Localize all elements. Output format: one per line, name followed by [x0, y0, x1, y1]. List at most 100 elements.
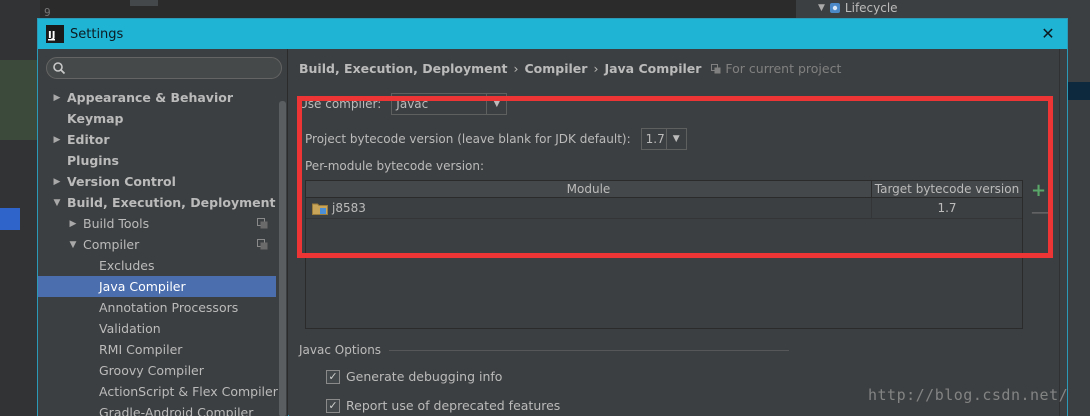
table-actions: + — [1027, 180, 1049, 329]
sidebar-item-label: Excludes [99, 258, 155, 273]
sidebar-item-label: Plugins [67, 153, 119, 168]
table-header: Module Target bytecode version [306, 181, 1022, 198]
breadcrumb: Build, Execution, Deployment › Compiler … [299, 61, 841, 76]
table-row[interactable]: j8583 1.7 [306, 198, 1022, 219]
chevron-down-icon[interactable]: ▼ [52, 198, 62, 208]
sidebar-item[interactable]: RMI Compiler [38, 339, 276, 360]
close-icon[interactable]: ✕ [1039, 25, 1057, 43]
project-bytecode-label: Project bytecode version (leave blank fo… [305, 132, 631, 146]
settings-dialog: IJ Settings ✕ ▶ Appearance & Behavior Keym… [37, 18, 1068, 416]
sidebar-item[interactable]: Validation [38, 318, 276, 339]
use-compiler-value: Javac [396, 97, 429, 111]
sidebar-item[interactable]: ▼ Build, Execution, Deployment [38, 192, 276, 213]
sidebar-item-label: Annotation Processors [99, 300, 239, 315]
checkbox-check-icon[interactable]: ✓ [326, 369, 340, 384]
sidebar-item-label: Validation [99, 321, 161, 336]
settings-tree: ▶ Appearance & Behavior Keymap ▶ Editor Plugi… [38, 87, 278, 416]
project-bytecode-select[interactable]: 1.7 ▼ [640, 128, 687, 150]
chevron-down-icon: ▼ [818, 3, 825, 13]
settings-content: Build, Execution, Deployment › Compiler … [289, 49, 1067, 416]
use-compiler-label: Use compiler: [299, 97, 382, 111]
chevron-down-icon[interactable]: ▼ [665, 129, 686, 149]
search-icon [53, 62, 66, 75]
chevron-right-icon[interactable]: ▶ [68, 219, 78, 229]
breadcrumb-item: Build, Execution, Deployment [299, 61, 508, 76]
column-header-module[interactable]: Module [306, 181, 872, 197]
column-header-target[interactable]: Target bytecode version [872, 181, 1022, 197]
module-cell[interactable]: j8583 [306, 198, 872, 218]
sidebar-item[interactable]: Plugins [38, 150, 276, 171]
sidebar-item[interactable]: Gradle-Android Compiler [38, 402, 276, 416]
per-module-label: Per-module bytecode version: [305, 159, 485, 173]
watermark: http://blog.csdn.net/ [868, 386, 1069, 404]
report-deprecated-checkbox[interactable]: ✓ Report use of deprecated features [326, 398, 560, 413]
sidebar-scrollbar-thumb[interactable] [279, 101, 286, 416]
sidebar-item-label: Editor [67, 132, 110, 147]
checkbox-label: Report use of deprecated features [346, 398, 561, 413]
checkbox-check-icon[interactable]: ✓ [326, 398, 340, 413]
add-module-button[interactable]: + [1031, 182, 1046, 200]
chevron-right-icon[interactable]: ▶ [52, 93, 62, 103]
sidebar-item[interactable]: ▶ Appearance & Behavior [38, 87, 276, 108]
table-body: j8583 1.7 [306, 198, 1022, 219]
use-compiler-row: Use compiler: Javac ▼ [299, 93, 508, 115]
breadcrumb-separator: › [513, 61, 519, 76]
sidebar-item[interactable]: Java Compiler [38, 276, 276, 297]
dialog-titlebar[interactable]: IJ Settings ✕ [38, 19, 1067, 49]
editor-selection-marker [0, 208, 20, 230]
checkbox-label: Generate debugging info [346, 369, 503, 384]
sidebar-item[interactable]: ▼ Compiler [38, 234, 276, 255]
content-scrollbar[interactable] [1059, 49, 1067, 416]
intellij-logo-icon: IJ [46, 25, 64, 43]
sidebar-item-label: Appearance & Behavior [67, 90, 233, 105]
chevron-down-icon[interactable]: ▼ [68, 240, 78, 250]
sidebar-item-label: Compiler [83, 237, 140, 252]
chevron-right-icon[interactable]: ▶ [52, 177, 62, 187]
project-scope-icon [257, 218, 268, 229]
project-bytecode-value: 1.7 [645, 132, 665, 146]
sidebar-item[interactable]: Annotation Processors [38, 297, 276, 318]
breadcrumb-separator: › [593, 61, 599, 76]
sidebar-item-label: Build, Execution, Deployment [67, 195, 276, 210]
sidebar-item-label: Groovy Compiler [99, 363, 204, 378]
maven-lifecycle-label: Lifecycle [844, 1, 898, 15]
javac-options-section: Javac Options [299, 343, 790, 357]
sidebar-item-label: RMI Compiler [99, 342, 183, 357]
breadcrumb-item: Java Compiler [604, 61, 702, 76]
javac-options-title: Javac Options [299, 343, 382, 357]
target-version-cell[interactable]: 1.7 [872, 198, 1022, 218]
remove-module-button[interactable]: — [1031, 204, 1049, 222]
sidebar-item[interactable]: Keymap [38, 108, 276, 129]
module-name: j8583 [332, 201, 366, 215]
scope-label: For current project [725, 61, 842, 76]
sidebar-item[interactable]: ▶ Version Control [38, 171, 276, 192]
sidebar-item[interactable]: ▶ Editor [38, 129, 276, 150]
generate-debug-info-checkbox[interactable]: ✓ Generate debugging info [326, 369, 502, 384]
breadcrumb-item: Compiler [524, 61, 588, 76]
module-folder-icon [312, 203, 328, 215]
sidebar-item[interactable]: Groovy Compiler [38, 360, 276, 381]
settings-search-input[interactable] [46, 57, 282, 79]
editor-tab-stub [130, 0, 158, 6]
editor-change-marker [0, 60, 38, 140]
project-scope-icon [711, 63, 721, 73]
sidebar-item[interactable]: Excludes [38, 255, 276, 276]
sidebar-item-label: Java Compiler [99, 279, 186, 294]
sidebar-item[interactable]: ActionScript & Flex Compiler [38, 381, 278, 402]
section-divider [389, 349, 790, 351]
sidebar-item-label: Version Control [67, 174, 176, 189]
settings-sidebar: ▶ Appearance & Behavior Keymap ▶ Editor Plugi… [38, 49, 288, 416]
chevron-down-icon[interactable]: ▼ [486, 94, 506, 114]
scope-indicator: For current project [711, 61, 841, 76]
project-bytecode-row: Project bytecode version (leave blank fo… [305, 128, 687, 150]
maven-lifecycle-item[interactable]: ▼ Lifecycle [818, 0, 898, 16]
module-bytecode-table: Module Target bytecode version j8583 1.7 [305, 180, 1023, 329]
sidebar-item-label: Keymap [67, 111, 124, 126]
project-scope-icon [257, 239, 268, 250]
use-compiler-select[interactable]: Javac ▼ [391, 93, 508, 115]
lifecycle-gear-icon [829, 3, 840, 13]
sidebar-item-label: Build Tools [83, 216, 150, 231]
chevron-right-icon[interactable]: ▶ [52, 135, 62, 145]
sidebar-item-label: ActionScript & Flex Compiler [99, 384, 278, 399]
sidebar-item[interactable]: ▶ Build Tools [38, 213, 276, 234]
